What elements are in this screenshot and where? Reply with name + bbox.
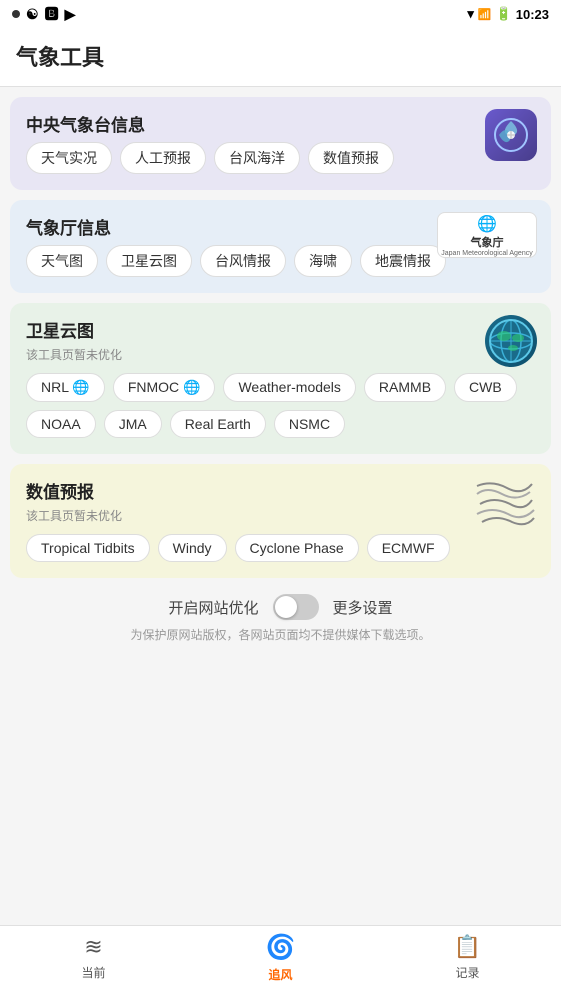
tag-fnmoc[interactable]: FNMOC 🌐 [113,373,216,402]
tag-cwb[interactable]: CWB [454,373,517,402]
tag-tropical-tidbits[interactable]: Tropical Tidbits [26,534,150,562]
numerical-svg [472,476,537,528]
tag-weather-models[interactable]: Weather-models [223,373,355,402]
tag-rammb[interactable]: RAMMB [364,373,446,402]
tag-typhoon-info[interactable]: 台风情报 [200,245,286,277]
section-numerical: 数值预报 该工具页暂未优化 Tropical Tidbits Windy Cyc… [10,464,551,578]
tag-satellite-cloud[interactable]: 卫星云图 [106,245,192,277]
cma-logo [485,109,537,161]
tag-cyclone-phase[interactable]: Cyclone Phase [235,534,359,562]
section-cma: 中央气象台信息 天气实况 人工预报 台风海洋 数值预报 [10,97,551,190]
nav-log[interactable]: 📋 记录 [374,934,561,989]
current-label: 当前 [81,964,105,981]
nav-typhoon[interactable]: 🌀 追风 [187,933,374,991]
jma-logo-text: 气象庁 [470,234,503,250]
jma-logo-inner: 🌐 气象庁 Japan Meteorological Agency [441,214,532,257]
typhoon-label: 追风 [268,966,292,983]
battery-icon: 🔋 [496,6,512,22]
tag-numerical-forecast[interactable]: 数值预报 [308,142,394,174]
current-icon: ≋ [84,934,102,960]
status-dot3: 🅱 [45,4,59,24]
status-right-icons: ▾ 📶 🔋 10:23 [467,6,549,22]
status-left-icons: ☯ 🅱 ▶ [12,4,75,24]
tag-noaa[interactable]: NOAA [26,410,96,438]
numerical-tags: Tropical Tidbits Windy Cyclone Phase ECM… [26,534,535,562]
satellite-subtitle: 该工具页暂未优化 [26,346,535,363]
satellite-globe [485,315,537,367]
globe-svg [488,318,534,364]
jma-logo: 🌐 气象庁 Japan Meteorological Agency [437,212,537,258]
wifi-icon: ▾ [467,6,474,22]
satellite-title: 卫星云图 [26,317,535,342]
toggle-switch[interactable] [273,594,319,620]
section-satellite: 卫星云图 该工具页暂未优化 NRL 🌐 FNMOC 🌐 Weather-mode… [10,303,551,454]
tag-weather-map[interactable]: 天气图 [26,245,98,277]
nav-current[interactable]: ≋ 当前 [0,934,187,989]
status-dot4: ▶ [65,6,76,23]
tag-earthquake[interactable]: 地震情报 [360,245,446,277]
bottom-nav: ≋ 当前 🌀 追风 📋 记录 [0,925,561,997]
tag-real-earth[interactable]: Real Earth [170,410,266,438]
status-dot2: ☯ [26,6,39,23]
tag-nrl[interactable]: NRL 🌐 [26,373,105,402]
signal-icon: 📶 [478,8,492,21]
cma-title: 中央气象台信息 [26,111,535,136]
jma-logo-icon: 🌐 [477,214,497,234]
tag-tsunami[interactable]: 海啸 [294,245,352,277]
numerical-logo [472,476,537,528]
tag-typhoon-ocean[interactable]: 台风海洋 [214,142,300,174]
jma-logo-sub: Japan Meteorological Agency [441,250,532,257]
section-jma: 气象厅信息 🌐 气象庁 Japan Meteorological Agency … [10,200,551,293]
tag-ecmwf[interactable]: ECMWF [367,534,450,562]
cma-logo-svg [493,117,529,153]
satellite-tags: NRL 🌐 FNMOC 🌐 Weather-models RAMMB CWB N… [26,373,535,438]
numerical-subtitle: 该工具页暂未优化 [26,507,535,524]
tag-weather-live[interactable]: 天气实况 [26,142,112,174]
tag-jma[interactable]: JMA [104,410,162,438]
typhoon-icon: 🌀 [266,933,296,962]
toggle-row: 开启网站优化 更多设置 [0,594,561,620]
tag-windy[interactable]: Windy [158,534,227,562]
tag-manual-forecast[interactable]: 人工预报 [120,142,206,174]
time-display: 10:23 [516,7,549,22]
cma-tags: 天气实况 人工预报 台风海洋 数值预报 [26,142,535,174]
page-title: 气象工具 [16,40,545,72]
log-label: 记录 [455,964,479,981]
numerical-title: 数值预报 [26,478,535,503]
status-dot1 [12,10,20,18]
more-settings-button[interactable]: 更多设置 [333,597,393,618]
app-header: 气象工具 [0,28,561,87]
log-icon: 📋 [454,934,481,960]
notice-text: 为保护原网站版权，各网站页面均不提供媒体下载选项。 [0,626,561,653]
tag-nsmc[interactable]: NSMC [274,410,345,438]
status-bar: ☯ 🅱 ▶ ▾ 📶 🔋 10:23 [0,0,561,28]
toggle-label: 开启网站优化 [168,597,258,618]
